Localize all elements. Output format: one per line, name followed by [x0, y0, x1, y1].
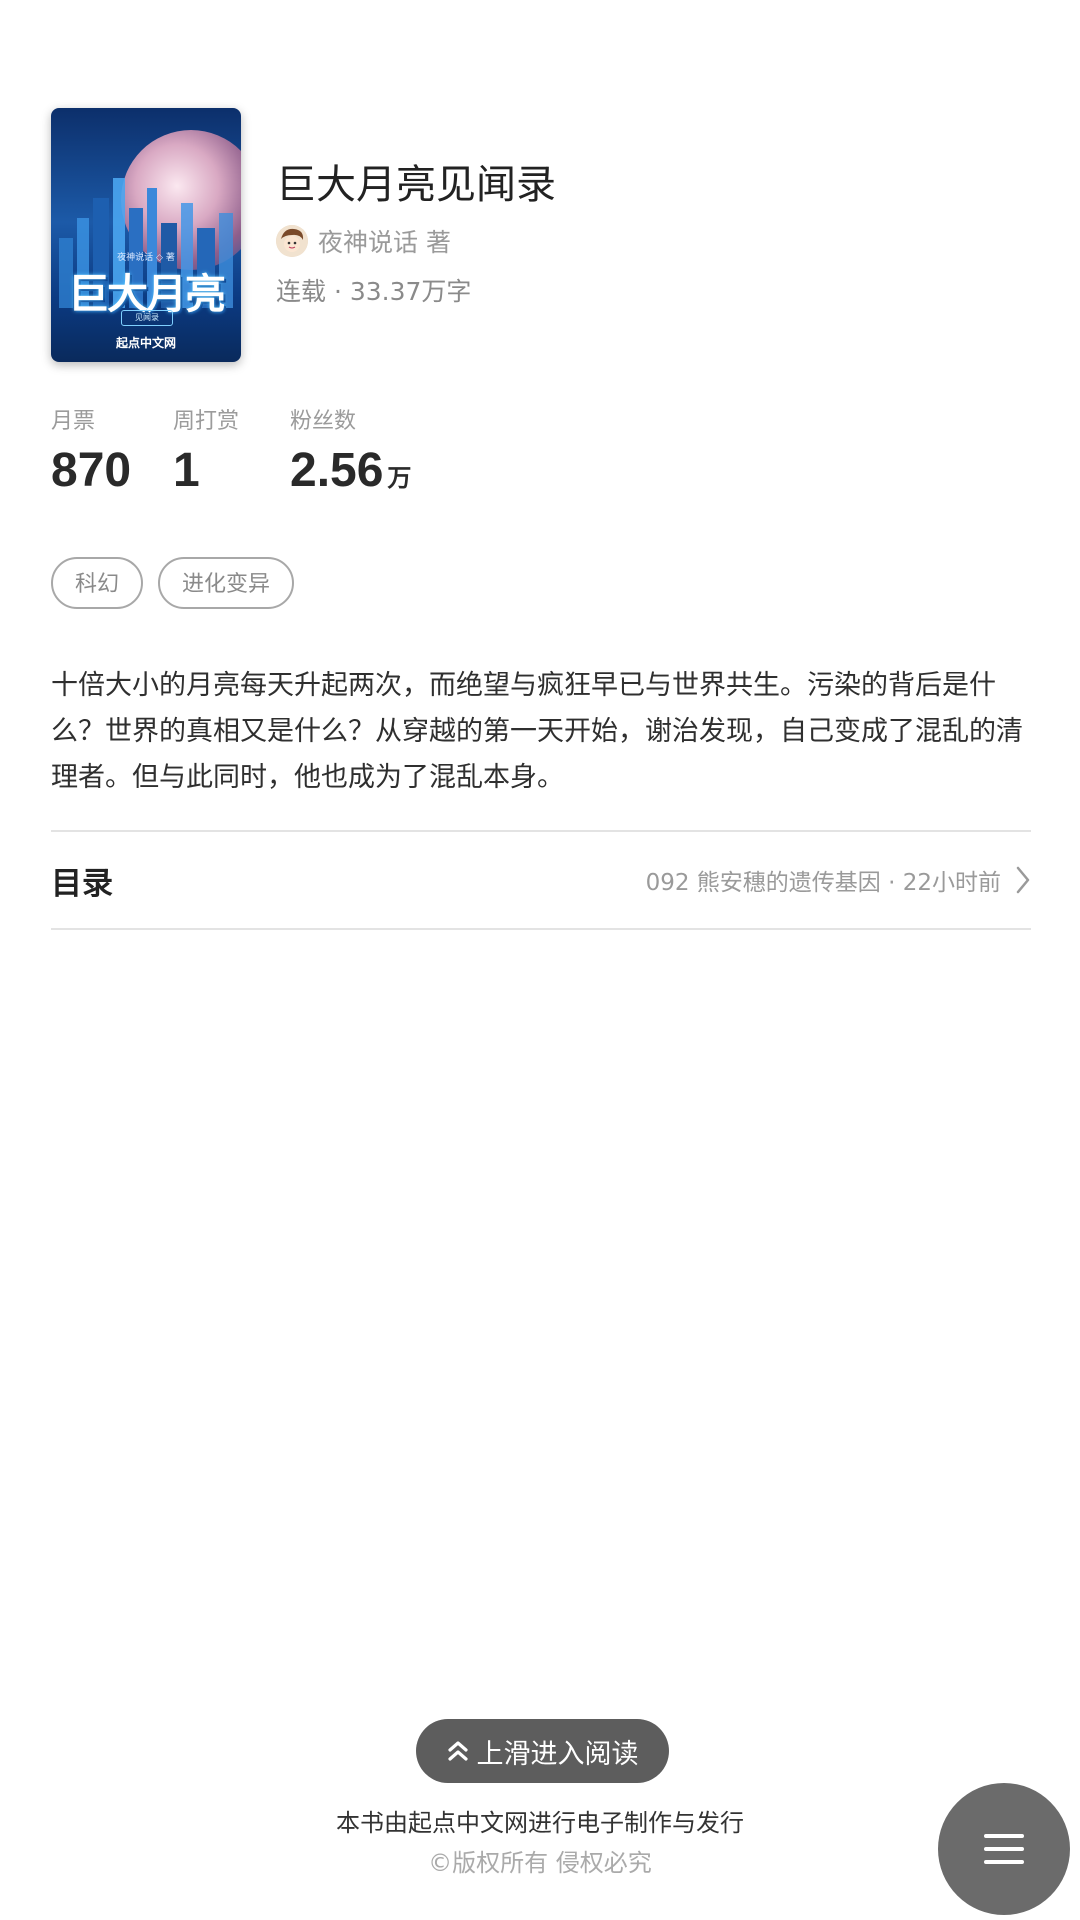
- book-meta: 连载 · 33.37万字: [276, 277, 472, 306]
- toc-row[interactable]: 目录 092 熊安穗的遗传基因 · 22小时前: [51, 835, 1031, 925]
- author-avatar[interactable]: [276, 225, 308, 257]
- book-cover[interactable]: 夜神说话 ◇ 著 巨大月亮 见闻录 起点中文网: [51, 108, 241, 362]
- publisher-notice: 本书由起点中文网进行电子制作与发行: [336, 1809, 744, 1837]
- author-row[interactable]: 夜神说话 著: [276, 224, 451, 258]
- double-chevron-up-icon: [447, 1741, 468, 1761]
- stat-value: 2.56 万: [290, 443, 411, 498]
- tag-scifi[interactable]: 科幻: [51, 557, 144, 609]
- divider: [51, 928, 1031, 930]
- tag-list: 科幻 进化变异: [51, 557, 309, 609]
- latest-chapter: 092 熊安穗的遗传基因 · 22小时前: [645, 870, 1001, 896]
- stat-label: 粉丝数: [290, 409, 357, 434]
- book-synopsis[interactable]: 十倍大小的月亮每天升起两次，而绝望与疯狂早已与世界共生。污染的背后是什么？世界的…: [51, 663, 1041, 801]
- menu-button[interactable]: [938, 1783, 1070, 1915]
- stat-number: 2.56: [290, 444, 384, 497]
- toc-title: 目录: [51, 865, 113, 902]
- stat-value: 1: [173, 443, 239, 498]
- stat-weekly-rewards[interactable]: 周打赏 1: [173, 403, 239, 498]
- start-reading-label: 上滑进入阅读: [476, 1738, 639, 1770]
- author-name[interactable]: 夜神说话 著: [318, 223, 451, 259]
- tag-evolution[interactable]: 进化变异: [158, 557, 295, 609]
- cover-publisher: 起点中文网: [115, 336, 176, 350]
- cover-subtitle: 见闻录: [121, 310, 173, 326]
- book-header: 夜神说话 ◇ 著 巨大月亮 见闻录 起点中文网 巨大月亮见闻录 夜神说话 著 连…: [51, 108, 1031, 362]
- start-reading-button[interactable]: 上滑进入阅读: [416, 1719, 669, 1783]
- stat-label: 周打赏: [173, 409, 240, 434]
- stat-value: 870: [51, 443, 131, 498]
- chevron-right-icon: [1016, 866, 1030, 894]
- stat-number: 870: [51, 444, 132, 497]
- stat-unit: 万: [387, 465, 412, 492]
- copyright-notice: ©版权所有 侵权必究: [428, 1849, 652, 1877]
- menu-icon: [984, 1834, 1024, 1864]
- stat-fans[interactable]: 粉丝数 2.56 万: [290, 403, 411, 498]
- stat-label: 月票: [51, 409, 96, 434]
- divider: [51, 830, 1031, 832]
- book-title: 巨大月亮见闻录: [276, 162, 556, 208]
- stat-number: 1: [173, 444, 200, 497]
- stat-monthly-tickets[interactable]: 月票 870: [51, 403, 131, 498]
